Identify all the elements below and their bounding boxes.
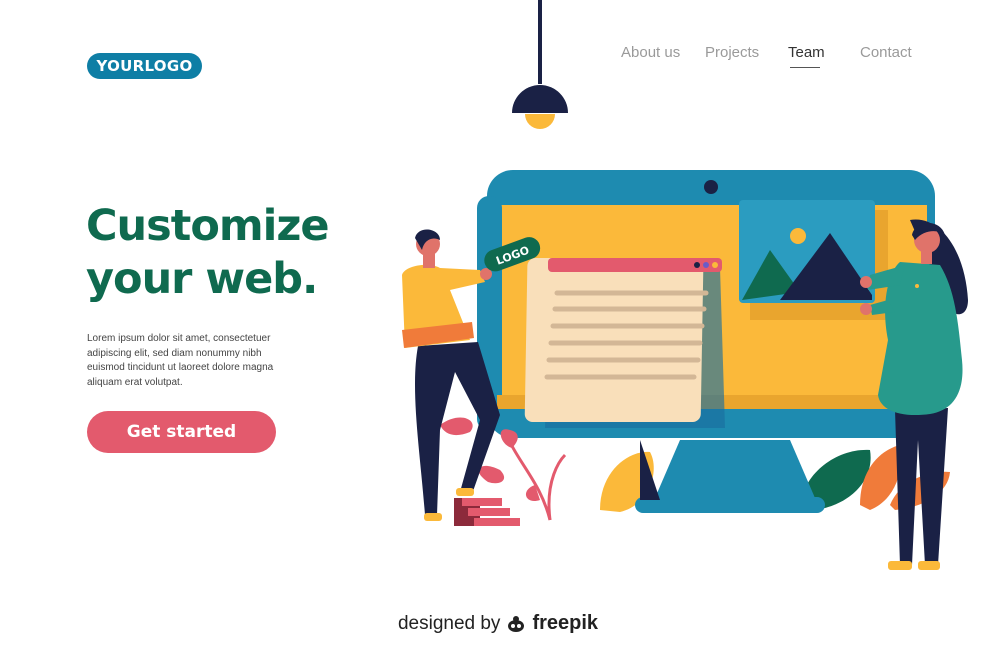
image-icon — [739, 200, 888, 320]
hero-headline: Customize your web. — [86, 200, 330, 306]
monitor-stand — [635, 440, 825, 513]
ceiling-lamp — [512, 0, 568, 129]
step-blocks — [454, 498, 520, 526]
hero-description: Lorem ipsum dolor sit amet, consectetuer… — [87, 333, 274, 388]
get-started-button[interactable]: Get started — [87, 411, 276, 453]
headline-line-1: Customize — [86, 201, 330, 251]
credit-brand[interactable]: freepik — [532, 612, 598, 635]
freepik-bug-icon — [508, 615, 525, 632]
credit-prefix: designed by — [397, 612, 501, 634]
footer-credit: designed by freepik — [0, 612, 996, 635]
headline-line-2: your web. — [86, 254, 318, 304]
browser-window — [524, 258, 725, 428]
